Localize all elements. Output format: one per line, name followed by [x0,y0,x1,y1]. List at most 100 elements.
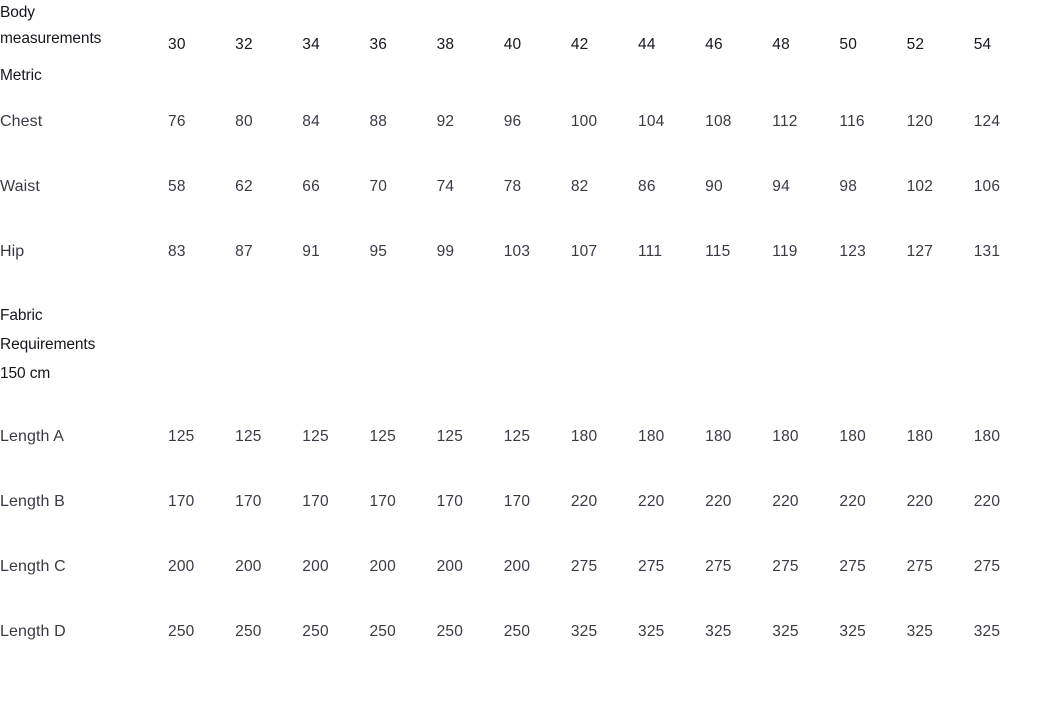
row-label-hip: Hip [0,242,25,260]
cell-length-a-38: 125 [436,427,464,445]
size-header-34: 34 [302,35,320,53]
cell-length-b-46: 220 [705,492,732,510]
cell-length-d-36: 250 [369,622,396,640]
cell-length-c-40: 200 [503,557,531,575]
cell-length-a-40: 125 [503,427,531,445]
section-title-line-2: measurements [0,30,102,47]
size-header-32: 32 [235,35,253,53]
cell-chest-48: 112 [772,112,798,130]
cell-length-c-46: 275 [705,557,732,575]
size-header-46: 46 [705,35,723,53]
cell-chest-30: 76 [168,112,186,130]
cell-length-a-30: 125 [168,427,195,445]
table-row-hip: Hip 83 87 91 95 99 103 107 111 115 119 1… [0,219,1041,284]
cell-chest-50: 116 [839,112,865,130]
cell-length-d-44: 325 [638,622,665,640]
cell-hip-40: 103 [503,242,531,260]
fabric-title-line-2: Requirements [0,335,96,353]
cell-hip-44: 111 [638,242,663,260]
cell-length-c-34: 200 [302,557,329,575]
cell-length-a-34: 125 [302,427,329,445]
cell-waist-30: 58 [168,177,186,195]
cell-length-c-30: 200 [168,557,195,575]
fabric-title-line-1: Fabric [0,306,43,324]
table-row-length-a: Length A 125 125 125 125 125 125 180 180… [0,404,1041,469]
cell-length-b-40: 170 [503,492,531,510]
cell-length-b-44: 220 [638,492,665,510]
section-title-body-measurements: Body measurements Metric [0,0,168,89]
cell-hip-52: 127 [906,242,934,260]
cell-length-a-52: 180 [906,427,934,445]
cell-length-b-32: 170 [235,492,262,510]
cell-length-d-32: 250 [235,622,262,640]
size-header-54: 54 [973,35,992,53]
section-title-line-3: Metric [0,67,42,84]
cell-length-b-52: 220 [906,492,934,510]
cell-hip-46: 115 [705,242,731,260]
row-label-length-a: Length A [0,427,64,445]
cell-chest-40: 96 [503,112,522,130]
cell-length-a-42: 180 [570,427,598,445]
size-header-40: 40 [503,35,522,53]
cell-chest-36: 88 [369,112,388,130]
cell-length-a-32: 125 [235,427,262,445]
cell-hip-32: 87 [235,242,253,260]
cell-hip-48: 119 [772,242,798,260]
cell-length-a-46: 180 [705,427,732,445]
section-title-line-1: Body [0,4,35,21]
cell-chest-46: 108 [705,112,732,130]
cell-waist-34: 66 [302,177,320,195]
row-label-chest: Chest [0,112,43,130]
table-row-chest: Chest 76 80 84 88 92 96 100 104 108 112 … [0,89,1041,154]
cell-hip-54: 131 [973,242,1001,260]
cell-length-b-54: 220 [973,492,1001,510]
row-label-waist: Waist [0,177,40,195]
cell-waist-48: 94 [772,177,790,195]
cell-length-b-34: 170 [302,492,329,510]
cell-chest-42: 100 [570,112,598,130]
cell-length-c-36: 200 [369,557,396,575]
cell-waist-46: 90 [705,177,723,195]
cell-chest-34: 84 [302,112,320,130]
size-header-50: 50 [839,35,858,53]
cell-hip-30: 83 [168,242,186,260]
cell-length-b-48: 220 [772,492,799,510]
size-chart-table: Body measurements Metric 30 32 34 36 38 … [0,0,1041,664]
row-label-length-c: Length C [0,557,66,575]
cell-length-d-34: 250 [302,622,329,640]
cell-length-d-38: 250 [436,622,464,640]
cell-length-c-32: 200 [235,557,262,575]
row-label-length-d: Length D [0,622,66,640]
cell-waist-40: 78 [503,177,522,195]
cell-chest-38: 92 [436,112,455,130]
table-row-length-b: Length B 170 170 170 170 170 170 220 220… [0,469,1041,534]
cell-length-d-30: 250 [168,622,195,640]
cell-chest-52: 120 [906,112,934,130]
size-header-38: 38 [436,35,455,53]
table-header: Body measurements Metric 30 32 34 36 38 … [0,0,1041,89]
cell-length-a-54: 180 [973,427,1001,445]
cell-length-d-46: 325 [705,622,732,640]
cell-length-b-36: 170 [369,492,396,510]
header-row: Body measurements Metric 30 32 34 36 38 … [0,0,1041,89]
cell-length-c-44: 275 [638,557,665,575]
cell-length-b-30: 170 [168,492,195,510]
cell-length-c-42: 275 [570,557,598,575]
cell-chest-32: 80 [235,112,253,130]
cell-length-c-52: 275 [906,557,934,575]
cell-length-d-52: 325 [906,622,934,640]
cell-hip-34: 91 [302,242,320,260]
cell-length-c-50: 275 [839,557,866,575]
cell-waist-32: 62 [235,177,253,195]
size-header-48: 48 [772,35,790,53]
cell-length-b-38: 170 [436,492,464,510]
section-spacer-cell [168,284,1041,404]
cell-chest-54: 124 [973,112,1001,130]
size-header-52: 52 [906,35,925,53]
size-header-30: 30 [168,35,186,53]
cell-length-d-40: 250 [503,622,531,640]
size-header-42: 42 [570,35,589,53]
cell-hip-36: 95 [369,242,388,260]
cell-length-a-50: 180 [839,427,866,445]
cell-chest-44: 104 [638,112,665,130]
